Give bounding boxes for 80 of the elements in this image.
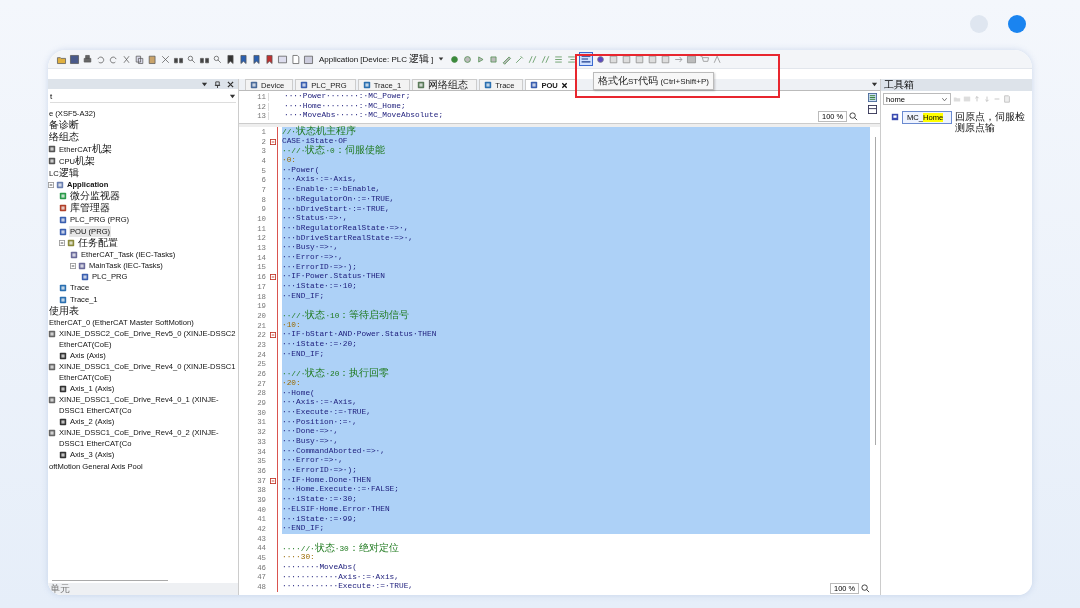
caret-icon [438, 56, 445, 62]
caret-icon[interactable] [229, 93, 236, 100]
trace-icon [484, 81, 493, 89]
tree-item[interactable]: 库管理器 [69, 202, 111, 215]
gear-icon[interactable] [595, 53, 607, 65]
table-icon[interactable] [868, 105, 877, 114]
axis-icon [59, 351, 67, 360]
tree-item[interactable]: 使用表 [48, 304, 80, 317]
cart-icon[interactable] [699, 53, 711, 65]
target-dropdown[interactable]: Application [Device: PLC逻辑] [316, 52, 448, 66]
close-icon[interactable] [560, 81, 568, 89]
program-icon [300, 81, 309, 89]
application-icon [56, 181, 64, 190]
collapse-icon[interactable] [59, 239, 65, 246]
gear-icon[interactable] [462, 53, 474, 65]
search-icon[interactable] [186, 53, 197, 65]
trace-icon [59, 284, 67, 293]
program-icon [530, 81, 539, 89]
bookmark-icon[interactable] [264, 53, 275, 65]
collapse-icon[interactable] [269, 274, 276, 281]
monitor-icon [59, 192, 67, 201]
dropdown-icon[interactable] [871, 81, 878, 88]
program-icon [59, 227, 67, 236]
bookmark-icon[interactable] [225, 53, 236, 65]
copy-icon[interactable] [134, 53, 145, 65]
dropdown-icon[interactable] [201, 80, 208, 88]
stop-icon[interactable] [488, 53, 500, 65]
indent-icon[interactable] [566, 53, 578, 65]
redo-icon[interactable] [108, 53, 119, 65]
save-icon[interactable] [69, 53, 80, 65]
bookmark-icon[interactable] [238, 53, 249, 65]
window-icon[interactable] [277, 53, 288, 65]
close-icon[interactable] [227, 80, 234, 88]
bookmark-icon[interactable] [251, 53, 262, 65]
zoom-icon[interactable] [861, 584, 870, 593]
device-combo[interactable]: t [50, 91, 236, 103]
program-icon [59, 216, 67, 225]
axis-icon [59, 418, 67, 427]
collapse-icon[interactable] [269, 477, 276, 484]
editor-tab[interactable]: 网络组态 [412, 79, 478, 90]
scissors-icon[interactable] [121, 53, 132, 65]
library-icon [59, 204, 67, 213]
trace-icon [59, 295, 67, 304]
circle-icon [1008, 15, 1026, 33]
tree-item[interactable]: 备诊断 [48, 119, 80, 132]
tree-item[interactable]: 任务配置 [77, 236, 119, 249]
axis-icon [59, 451, 67, 460]
pencil-icon[interactable] [501, 53, 513, 65]
device-icon [250, 81, 258, 89]
pin-icon[interactable] [214, 80, 221, 88]
network-icon [417, 81, 426, 89]
axis-icon [59, 385, 67, 394]
gear-icon[interactable] [449, 53, 461, 65]
task-icon [78, 261, 86, 270]
collapse-icon[interactable] [269, 332, 276, 339]
task-icon [70, 250, 78, 259]
list-icon[interactable] [553, 53, 565, 65]
collapse-icon[interactable] [70, 262, 76, 269]
collapse-icon[interactable] [269, 138, 276, 145]
status-text: 单元 [50, 582, 70, 595]
document-icon[interactable] [290, 53, 301, 65]
tree-item[interactable]: 络组态 [48, 131, 80, 144]
tasks-icon [67, 238, 75, 247]
wrench-icon[interactable] [514, 53, 526, 65]
delete-icon[interactable] [160, 53, 171, 65]
collapse-icon[interactable] [48, 182, 54, 189]
paste-icon[interactable] [147, 53, 158, 65]
description-text: 回原点，伺服检测原点输 [955, 111, 1027, 133]
block-icon [891, 113, 899, 121]
tooltip: 格式化ST代码 (Ctrl+Shift+P) [593, 72, 714, 90]
trace-icon [362, 81, 371, 89]
zoom-icon[interactable] [849, 112, 858, 121]
tree-item[interactable]: 微分监视器 [69, 190, 121, 203]
search-icon[interactable] [212, 53, 223, 65]
signal-icon[interactable] [712, 53, 724, 65]
printer-icon[interactable] [82, 53, 93, 65]
play-icon[interactable] [475, 53, 487, 65]
panel-title: 工具箱 [884, 78, 914, 92]
program-icon [81, 273, 89, 282]
list-icon[interactable] [868, 93, 877, 102]
